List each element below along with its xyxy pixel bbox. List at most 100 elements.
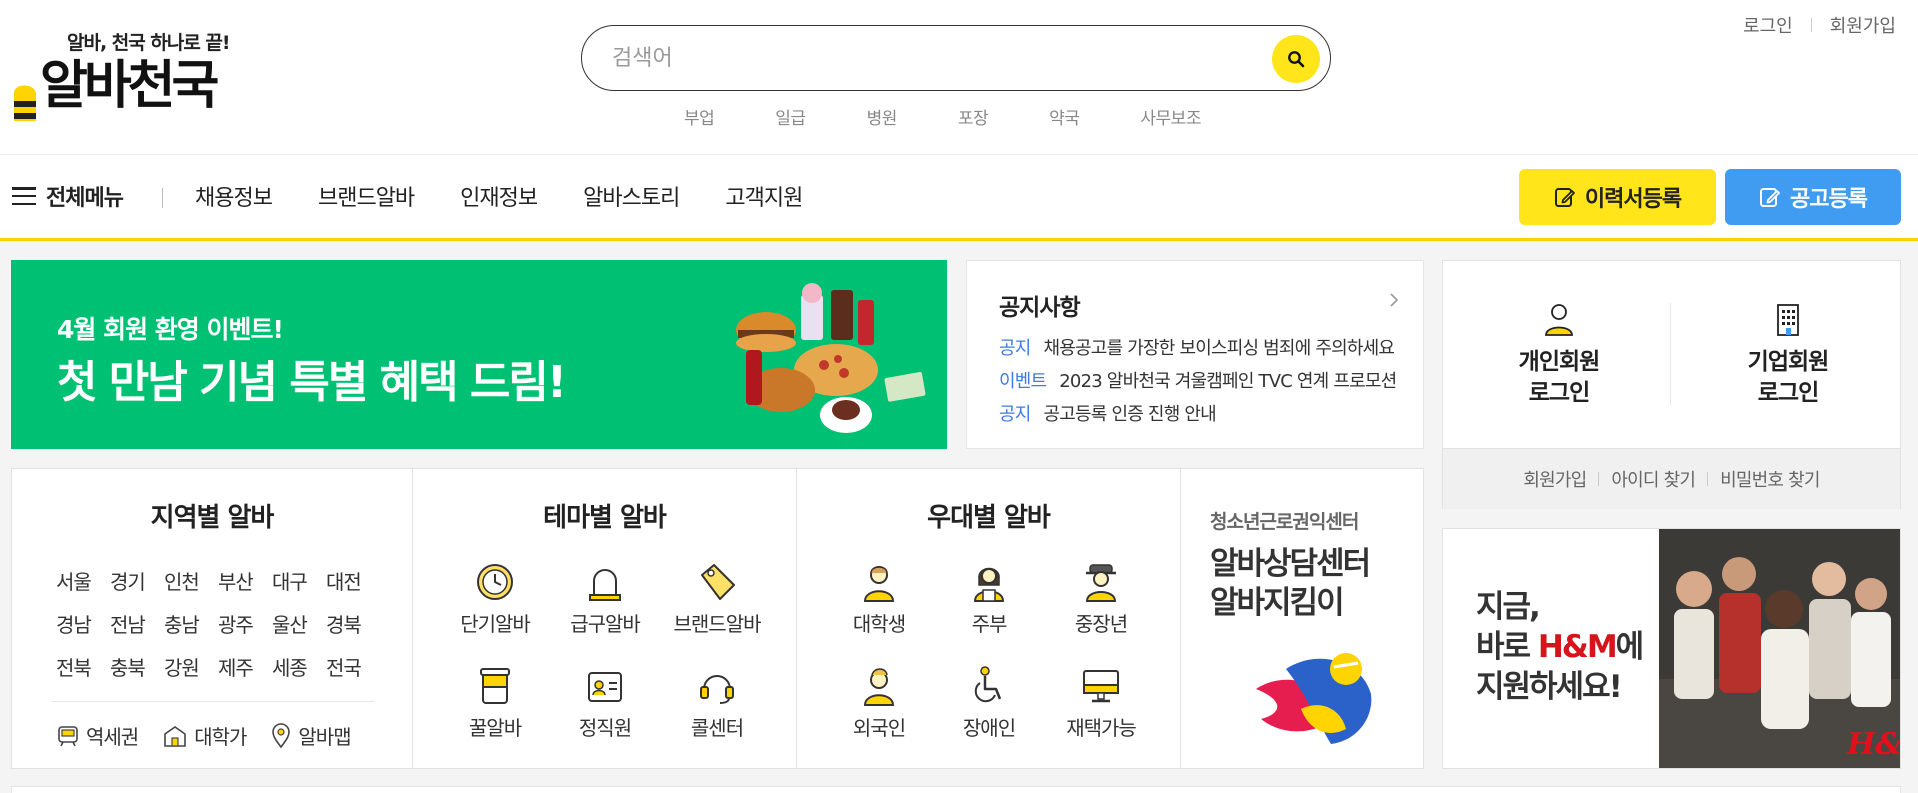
personal-login-button[interactable]: 개인회원 로그인	[1459, 301, 1659, 409]
company-login-label: 기업회원 로그인	[1747, 349, 1830, 406]
region-link[interactable]: 서울	[56, 561, 110, 604]
benefit-item[interactable]: 장애인	[929, 665, 1049, 741]
benefit-item[interactable]: 외국인	[819, 665, 939, 741]
theme-title: 테마별 알바	[543, 503, 667, 533]
region-link[interactable]: 충남	[164, 604, 218, 647]
benefit-label: 재택가능	[1066, 716, 1137, 740]
register-post-button[interactable]: 공고등록	[1725, 169, 1901, 225]
theme-item[interactable]: 정직원	[545, 665, 665, 741]
benefit-item[interactable]: 주부	[929, 561, 1049, 637]
divider	[1707, 472, 1709, 486]
login-panel: 개인회원 로그인 기업회원 로그인 회원가입 아이디 찾기 비밀번호 찾기	[1442, 260, 1901, 509]
keyword-link[interactable]: 사무보조	[1140, 104, 1201, 129]
honey-jar-icon	[480, 668, 510, 704]
keyword-link[interactable]: 일급	[775, 104, 806, 129]
find-id-link[interactable]: 아이디 찾기	[1611, 466, 1696, 492]
headset-icon	[700, 675, 734, 704]
person-icon	[1545, 304, 1573, 336]
region-link[interactable]: 경기	[110, 561, 164, 604]
homemaker-icon	[973, 567, 1005, 602]
nav-item-support[interactable]: 고객지원	[725, 180, 803, 212]
search-icon	[1288, 51, 1305, 68]
notice-item[interactable]: 공지 공고등록 인증 진행 안내	[999, 396, 1409, 429]
region-link[interactable]: 세종	[272, 647, 326, 690]
region-link[interactable]: 강원	[164, 647, 218, 690]
map-pin-icon	[272, 722, 291, 748]
building-icon	[1777, 304, 1799, 336]
region-link[interactable]: 대구	[272, 561, 326, 604]
nav-item-talent[interactable]: 인재정보	[460, 180, 538, 212]
job-map-link[interactable]: 알바맵	[270, 721, 352, 750]
ad-line: 바로 H&M에	[1476, 627, 1644, 667]
theme-label: 단기알바	[460, 612, 531, 636]
region-link[interactable]: 대전	[326, 561, 380, 604]
region-link[interactable]: 전북	[56, 647, 110, 690]
counsel-center-promo[interactable]: 청소년근로권익센터 알바상담센터 알바지킴이	[1176, 469, 1424, 768]
theme-item[interactable]: 단기알바	[435, 561, 555, 637]
university-area-link[interactable]: 대학가	[162, 721, 247, 750]
login-links: 회원가입 아이디 찾기 비밀번호 찾기	[1443, 448, 1900, 509]
chevron-right-icon[interactable]	[1387, 293, 1401, 307]
keyword-link[interactable]: 부업	[684, 104, 715, 129]
region-link[interactable]: 전국	[326, 647, 380, 690]
keyword-link[interactable]: 약국	[1049, 104, 1080, 129]
benefit-item[interactable]: 대학생	[819, 561, 939, 637]
region-link[interactable]: 인천	[164, 561, 218, 604]
next-section-edge	[11, 786, 1901, 793]
region-link[interactable]: 충북	[110, 647, 164, 690]
theme-label: 꿀알바	[468, 716, 522, 740]
nav-item-story[interactable]: 알바스토리	[583, 180, 680, 212]
register-resume-button[interactable]: 이력서등록	[1519, 169, 1716, 225]
notice-list: 공지 채용공고를 가장한 보이스피싱 범죄에 주의하세요 이벤트 2023 알바…	[999, 330, 1409, 429]
benefit-item[interactable]: 재택가능	[1041, 665, 1161, 741]
nav-item-brand[interactable]: 브랜드알바	[318, 180, 415, 212]
company-login-button[interactable]: 기업회원 로그인	[1688, 301, 1888, 409]
notice-item[interactable]: 공지 채용공고를 가장한 보이스피싱 범죄에 주의하세요	[999, 330, 1409, 363]
benefit-label: 주부	[971, 612, 1008, 636]
all-menu-label: 전체메뉴	[46, 186, 124, 211]
tag-icon	[701, 564, 735, 600]
region-link[interactable]: 부산	[218, 561, 272, 604]
region-link[interactable]: 경북	[326, 604, 380, 647]
school-icon	[164, 725, 187, 747]
divider	[52, 701, 374, 702]
logo-name: 알바천국	[40, 56, 219, 116]
region-link[interactable]: 울산	[272, 604, 326, 647]
signup-link[interactable]: 회원가입	[1523, 466, 1587, 492]
search-input[interactable]	[612, 40, 1252, 76]
keyword-link[interactable]: 병원	[867, 104, 898, 129]
benefit-item[interactable]: 중장년	[1041, 561, 1161, 637]
keyword-link[interactable]: 포장	[958, 104, 989, 129]
notice-item[interactable]: 이벤트 2023 알바천국 겨울캠페인 TVC 연계 프로모션	[999, 363, 1409, 396]
notice-tag: 공지	[999, 403, 1031, 425]
region-link[interactable]: 광주	[218, 604, 272, 647]
id-card-icon	[588, 672, 622, 702]
theme-item[interactable]: 급구알바	[545, 561, 665, 637]
region-link[interactable]: 전남	[110, 604, 164, 647]
find-password-link[interactable]: 비밀번호 찾기	[1720, 466, 1820, 492]
theme-label: 정직원	[578, 716, 632, 740]
ad-text: 지금, 바로 H&M에 지원하세요!	[1476, 587, 1644, 707]
event-banner[interactable]: 4월 회원 환영 이벤트! 첫 만남 기념 특별 혜택 드림!	[11, 260, 947, 449]
station-area-link[interactable]: 역세권	[56, 721, 139, 750]
promo-subtitle: 청소년근로권익센터	[1210, 511, 1359, 533]
theme-item[interactable]: 꿀알바	[435, 665, 555, 741]
hm-ad-banner[interactable]: 지금, 바로 H&M에 지원하세요! H&M	[1442, 528, 1901, 769]
svg-text:H&M: H&M	[1846, 727, 1901, 762]
theme-item[interactable]: 콜센터	[657, 665, 777, 741]
theme-item[interactable]: 브랜드알바	[657, 561, 777, 637]
hamburger-icon	[12, 187, 36, 205]
notice-tag: 공지	[999, 337, 1031, 359]
site-logo[interactable]: 알바, 천국 하나로 끝! 알바천국	[10, 28, 240, 121]
hero-mascot-illustration	[1256, 653, 1372, 744]
divider	[162, 188, 163, 208]
login-options: 개인회원 로그인 기업회원 로그인	[1443, 261, 1900, 448]
login-link[interactable]: 로그인	[1743, 12, 1793, 38]
region-link[interactable]: 제주	[218, 647, 272, 690]
nav-item-jobs[interactable]: 채용정보	[195, 180, 273, 212]
signup-link[interactable]: 회원가입	[1830, 12, 1896, 38]
notice-title: 공지사항	[999, 295, 1081, 321]
all-menu-button[interactable]: 전체메뉴	[12, 180, 124, 212]
search-button[interactable]	[1272, 35, 1320, 83]
region-link[interactable]: 경남	[56, 604, 110, 647]
